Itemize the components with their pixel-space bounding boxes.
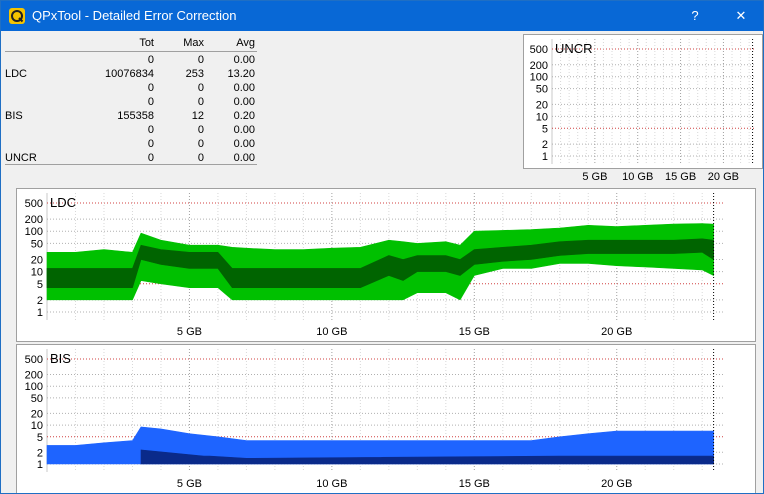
ldc-y-tick-label: 10 [31, 267, 43, 279]
stats-row: 0 0 0.00 [1, 95, 261, 109]
bis-y-tick-label: 20 [31, 408, 43, 420]
stats-row-max: 253 [185, 68, 204, 80]
ldc-y-tick-label: 20 [31, 254, 43, 266]
stats-row-avg: 0.00 [233, 152, 255, 164]
ldc-y-tick-label: 1 [37, 307, 43, 319]
help-button[interactable]: ? [673, 1, 717, 31]
stats-row: UNCR 0 0 0.00 [1, 151, 261, 165]
stats-row-tot: 0 [147, 82, 154, 94]
uncr-y-tick-label: 200 [530, 60, 548, 72]
bis-y-tick-label: 100 [25, 381, 43, 393]
stats-row-tot: 155358 [117, 110, 154, 122]
bis-y-tick-label: 500 [25, 354, 43, 366]
bis-y-tick-label: 200 [25, 369, 43, 381]
qpxtool-logo-icon [9, 8, 25, 24]
bis-x-tick-label: 10 GB [316, 478, 347, 490]
uncr-chart: 500 20010050 20105 21 UNCR [530, 39, 756, 164]
bis-chart-title: BIS [50, 351, 71, 366]
uncr-y-tick-label: 500 [530, 44, 548, 56]
ldc-x-tick-label: 10 GB [316, 326, 347, 338]
uncr-x-tick-label: 5 GB [582, 171, 608, 183]
stats-row-max: 0 [197, 82, 204, 94]
stats-row: 0 0 0.00 [1, 137, 261, 151]
ldc-y-tick-label: 200 [25, 214, 43, 226]
stats-header-divider [5, 51, 257, 52]
uncr-y-tick-label: 50 [536, 84, 548, 96]
ldc-x-tick-label: 5 GB [177, 326, 202, 338]
stats-bottom-divider [5, 164, 257, 165]
uncr-y-tick-label: 5 [542, 123, 548, 135]
bis-y-tick-label: 50 [31, 393, 43, 405]
ldc-y-tick-label: 50 [31, 238, 43, 250]
ldc-y-tick-label: 5 [37, 279, 43, 291]
title-bar[interactable]: QPxTool - Detailed Error Correction ? ✕ [1, 1, 763, 31]
uncr-x-tick-label: 20 GB [707, 171, 739, 183]
stats-row: 0 0 0.00 [1, 81, 261, 95]
stats-row-label: BIS [5, 110, 23, 122]
uncr-x-tick-label: 10 GB [622, 171, 654, 183]
stats-row-avg: 0.20 [233, 110, 255, 122]
stats-row: 0 0 0.00 [1, 53, 261, 67]
window-title: QPxTool - Detailed Error Correction [32, 8, 237, 23]
close-button[interactable]: ✕ [719, 1, 763, 31]
bis-y-tick-label: 2 [37, 447, 43, 459]
stats-row: LDC 10076834 253 13.20 [1, 67, 261, 81]
stats-row-avg: 0.00 [233, 54, 255, 66]
stats-row-avg: 13.20 [227, 68, 255, 80]
bis-chart-panel: 500 200 100 50 20 10 5 2 1 5 GB 10 GB 15 GB 20 GB BIS [16, 344, 756, 493]
ldc-y-tick-label: 500 [25, 198, 43, 210]
stats-row-tot: 0 [147, 152, 154, 164]
stats-header-avg: Avg [236, 37, 255, 49]
uncr-y-tick-label: 20 [536, 99, 548, 111]
statistics-table: Tot Max Avg 0 0 0.00 LDC 10076834 253 13… [1, 37, 261, 165]
ldc-chart: 5002001005020105215 GB 10 GB 15 GB 20 GBLDC [25, 193, 725, 338]
stats-row-max: 0 [197, 152, 204, 164]
ldc-y-tick-label: 2 [37, 295, 43, 307]
stats-row: 0 0 0.00 [1, 123, 261, 137]
bis-y-tick-label: 5 [37, 432, 43, 444]
stats-row-tot: 0 [147, 96, 154, 108]
stats-row-tot: 10076834 [105, 68, 154, 80]
uncr-chart-panel: 500 200 100 50 20 10 5 2 1 UNCR [523, 34, 763, 169]
ldc-x-tick-label: 20 GB [601, 326, 632, 338]
stats-row: BIS 155358 12 0.20 [1, 109, 261, 123]
bis-y-tick-label: 10 [31, 420, 43, 432]
error-correction-window: QPxTool - Detailed Error Correction ? ✕ … [0, 0, 764, 494]
uncr-y-tick-label: 2 [542, 139, 548, 151]
stats-row-max: 0 [197, 138, 204, 150]
bis-x-tick-label: 5 GB [177, 478, 202, 490]
stats-row-tot: 0 [147, 138, 154, 150]
stats-row-max: 0 [197, 96, 204, 108]
ldc-chart-panel: 500 200 100 50 20 10 5 2 1 5 GB 10 GB 15 GB 20 GB LDC [16, 188, 756, 342]
stats-row-max: 0 [197, 124, 204, 136]
stats-row-label: LDC [5, 68, 28, 80]
bis-chart: 5002001005020105215 GB 10 GB 15 GB 20 GBBIS [25, 349, 725, 490]
uncr-x-tick-label: 15 GB [665, 171, 697, 183]
stats-row-max: 0 [197, 54, 204, 66]
stats-header-max: Max [183, 37, 204, 49]
bis-y-tick-label: 1 [37, 459, 43, 471]
stats-row-avg: 0.00 [233, 138, 255, 150]
uncr-y-tick-label: 1 [542, 151, 548, 163]
stats-row-max: 12 [191, 110, 204, 122]
stats-header-tot: Tot [139, 37, 154, 49]
ldc-y-tick-label: 100 [25, 226, 43, 238]
stats-row-tot: 0 [147, 54, 154, 66]
uncr-y-tick-label: 10 [536, 111, 548, 123]
bis-x-tick-label: 20 GB [601, 478, 632, 490]
stats-row-avg: 0.00 [233, 124, 255, 136]
stats-row-avg: 0.00 [233, 82, 255, 94]
uncr-chart-title: UNCR [555, 41, 593, 56]
ldc-chart-title: LDC [50, 195, 76, 210]
stats-row-avg: 0.00 [233, 96, 255, 108]
uncr-y-tick-label: 100 [530, 72, 548, 84]
ldc-x-tick-label: 15 GB [459, 326, 490, 338]
stats-row-label: UNCR [5, 152, 37, 164]
stats-row-tot: 0 [147, 124, 154, 136]
bis-x-tick-label: 15 GB [459, 478, 490, 490]
